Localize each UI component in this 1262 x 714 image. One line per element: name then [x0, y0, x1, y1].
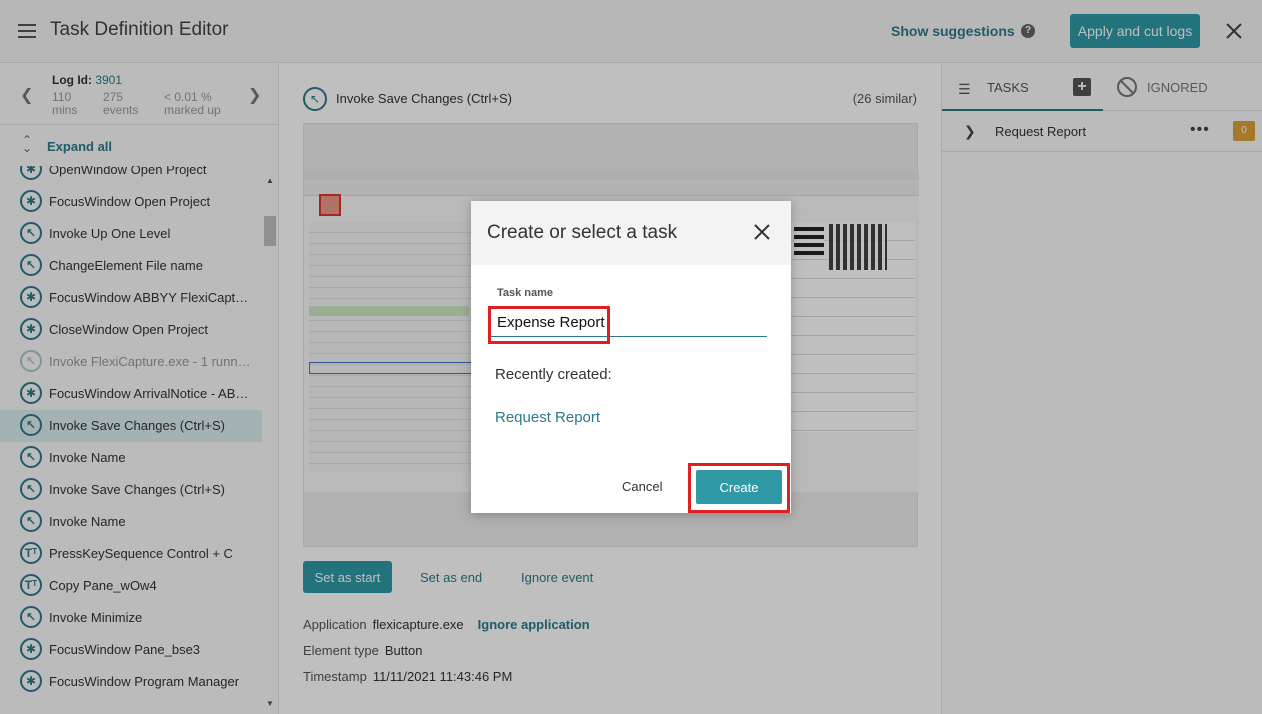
highlight-box: [688, 463, 790, 513]
cancel-button[interactable]: Cancel: [622, 479, 662, 494]
highlight-box: [488, 306, 610, 344]
dialog-title: Create or select a task: [487, 222, 678, 243]
task-name-label: Task name: [497, 287, 554, 299]
create-task-dialog: Create or select a task Task name Recent…: [471, 201, 791, 513]
recently-created-label: Recently created:: [495, 366, 612, 383]
dialog-header: Create or select a task: [471, 201, 791, 265]
recent-task-link[interactable]: Request Report: [495, 409, 600, 426]
close-icon[interactable]: [753, 223, 771, 241]
